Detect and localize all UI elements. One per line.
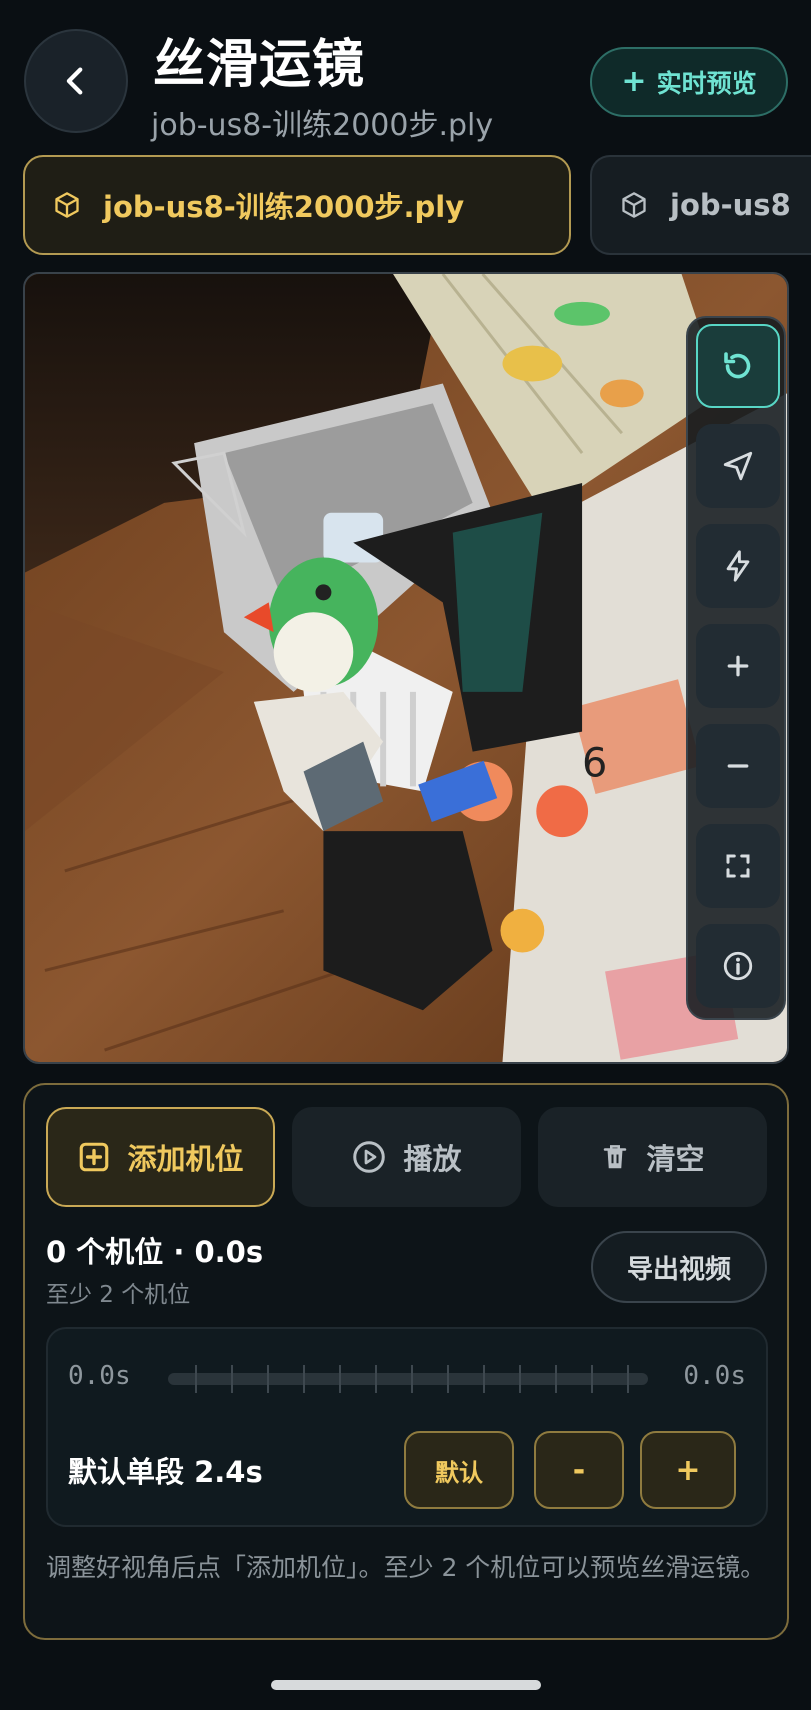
timeline-track[interactable] [168,1365,648,1393]
scene-render: 6 [25,274,787,1062]
back-button[interactable] [24,29,128,133]
timeline: 0.0s 0.0s 默认单段 2.4s 默认 - + [46,1327,768,1527]
send-button[interactable] [696,424,780,508]
file-tab[interactable]: job-us8 [590,155,811,255]
live-preview-label: 实时预览 [656,69,757,98]
clear-button[interactable]: 清空 [538,1107,767,1207]
send-icon [723,451,753,481]
info-button[interactable] [696,924,780,1008]
add-square-icon [80,1142,109,1172]
cube-icon [55,192,79,218]
zoom-out-icon [727,764,749,768]
play-circle-icon [353,1141,386,1173]
page-subtitle: job-us8-训练2000步.ply [151,108,494,143]
decrease-duration-button[interactable]: - [534,1431,624,1509]
increase-duration-button[interactable]: + [640,1431,736,1509]
flash-button[interactable] [696,524,780,608]
zoom-out-button[interactable] [696,724,780,808]
add-keyframe-label: 添加机位 [127,1142,244,1176]
page-title: 丝滑运镜 [153,35,366,95]
cube-icon [622,192,646,218]
home-indicator[interactable] [271,1680,541,1690]
add-keyframe-button[interactable]: 添加机位 [46,1107,275,1207]
flash-icon [726,550,750,582]
svg-text:6: 6 [582,740,607,786]
help-text: 调整好视角后点「添加机位」。至少 2 个机位可以预览丝滑运镜。 [46,1553,766,1582]
zoom-in-icon [727,655,749,677]
trash-icon [604,1145,627,1169]
info-icon [723,951,753,981]
file-tab-label: job-us8 [670,188,791,222]
reset-view-icon [724,352,751,379]
file-tab-label: job-us8-训练2000步.ply [103,190,465,224]
file-tab-active[interactable]: job-us8-训练2000步.ply [23,155,571,255]
splat-viewport[interactable]: 6 [23,272,789,1064]
live-preview-button[interactable]: + 实时预览 [590,47,788,117]
clear-label: 清空 [646,1142,705,1176]
viewer-toolbar [686,316,786,1020]
export-video-button[interactable]: 导出视频 [591,1231,767,1303]
plus-icon: + [621,64,647,99]
chevron-left-icon [66,67,83,95]
fullscreen-icon [726,854,750,878]
zoom-in-button[interactable] [696,624,780,708]
fullscreen-button[interactable] [696,824,780,908]
play-button[interactable]: 播放 [292,1107,521,1207]
timeline-end-time: 0.0s [683,1361,746,1391]
timeline-ticks [195,1365,629,1393]
reset-view-button[interactable] [696,324,780,408]
default-duration-button[interactable]: 默认 [404,1431,514,1509]
keyframe-count: 0 个机位 · 0.0s [46,1235,264,1269]
segment-duration-label: 默认单段 2.4s [68,1455,263,1489]
timeline-start-time: 0.0s [68,1361,131,1391]
play-label: 播放 [403,1142,462,1176]
camera-path-panel: 添加机位 播放 清空 0 个机位 · 0.0s 至少 2 个机位 导出视频 0.… [23,1083,789,1640]
min-keyframe-hint: 至少 2 个机位 [46,1282,191,1308]
